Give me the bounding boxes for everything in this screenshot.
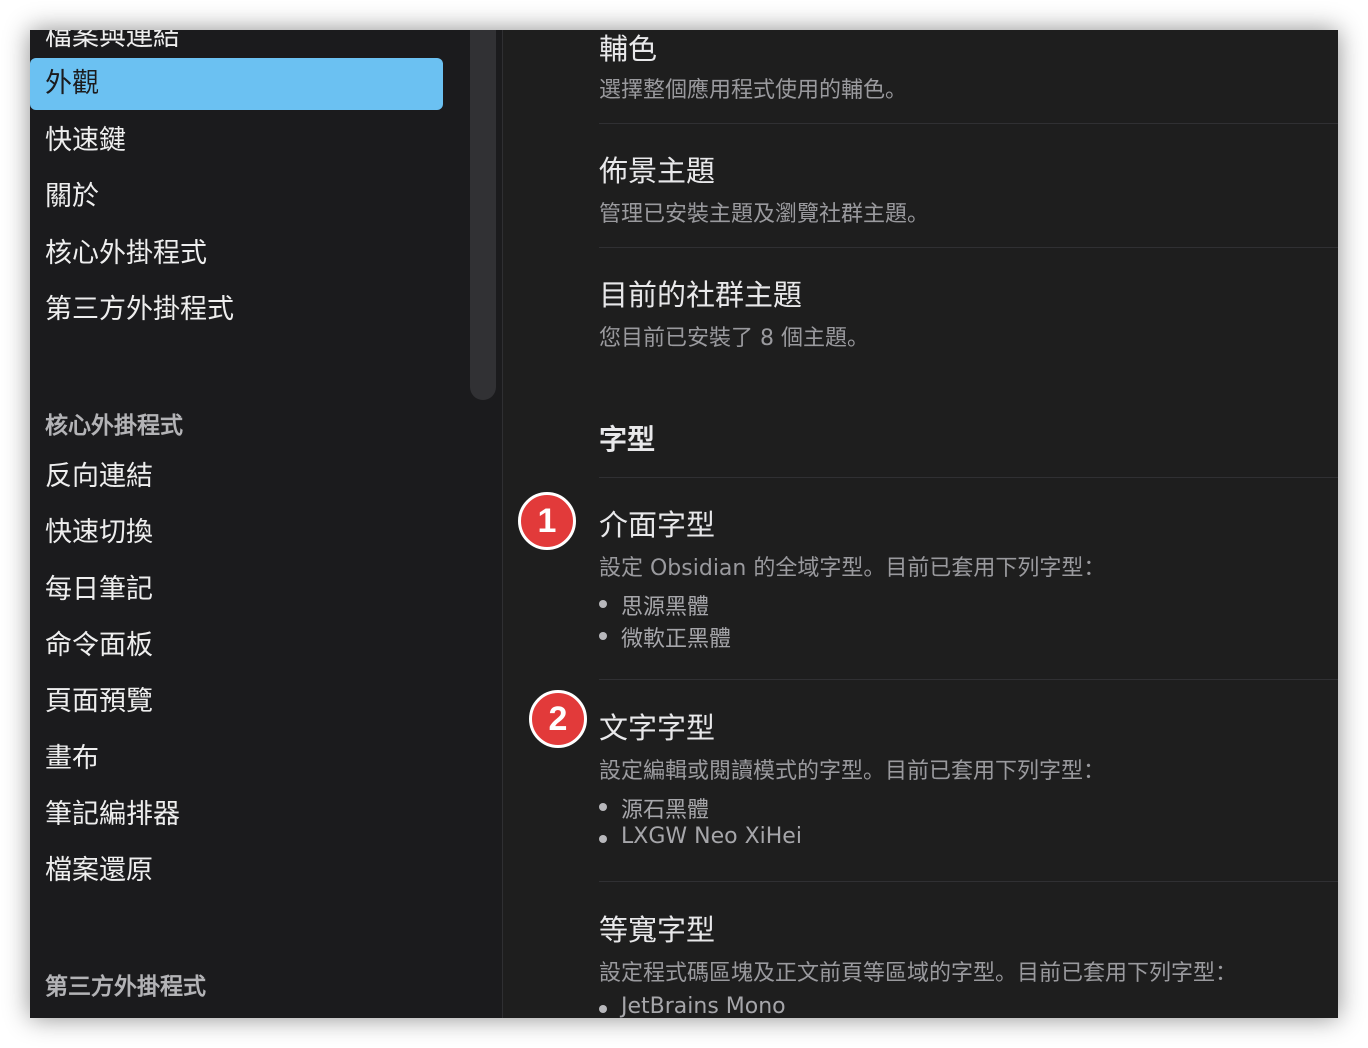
text-font-desc: 設定編輯或閱讀模式的字型。目前已套用下列字型： bbox=[599, 759, 1106, 784]
divider bbox=[599, 477, 1338, 478]
core-plugins-heading: 核心外掛程式 bbox=[45, 413, 183, 439]
sidebar-item-file-recovery[interactable]: 檔案還原 bbox=[30, 845, 443, 897]
font-list-item: 思源黑體 bbox=[598, 589, 709, 621]
monospace-font-name: 等寬字型 bbox=[599, 913, 716, 947]
sidebar-item-label: 檔案還原 bbox=[45, 855, 153, 886]
sidebar-item-quick-switcher[interactable]: 快速切換 bbox=[30, 507, 443, 559]
interface-font-desc: 設定 Obsidian 的全域字型。目前已套用下列字型： bbox=[599, 556, 1106, 581]
sidebar-item-label: 筆記編排器 bbox=[45, 799, 180, 830]
sidebar-item-label: 反向連結 bbox=[45, 461, 153, 492]
sidebar-item-backlinks[interactable]: 反向連結 bbox=[30, 451, 443, 503]
callout-marker-2: 2 bbox=[529, 690, 587, 748]
divider bbox=[599, 881, 1338, 882]
divider bbox=[599, 679, 1338, 680]
accent-color-desc: 選擇整個應用程式使用的輔色。 bbox=[599, 78, 908, 103]
sidebar-item-about[interactable]: 關於 bbox=[30, 171, 443, 223]
settings-window: 檔案與連結 外觀 快速鍵 關於 核心外掛程式 第三方外掛程式 核心外掛程式 反向… bbox=[30, 30, 1338, 1018]
sidebar-item-canvas[interactable]: 畫布 bbox=[30, 733, 443, 785]
sidebar-item-daily-notes[interactable]: 每日筆記 bbox=[30, 564, 443, 616]
sidebar-scrollbar[interactable] bbox=[470, 30, 496, 400]
sidebar-item-label: 頁面預覽 bbox=[45, 686, 153, 717]
sidebar-item-appearance[interactable]: 外觀 bbox=[30, 58, 443, 110]
sidebar-item-page-preview[interactable]: 頁面預覽 bbox=[30, 676, 443, 728]
sidebar-item-note-composer[interactable]: 筆記編排器 bbox=[30, 789, 443, 841]
sidebar-item-command-palette[interactable]: 命令面板 bbox=[30, 620, 443, 672]
text-font-name: 文字字型 bbox=[599, 711, 716, 745]
font-list-item: JetBrains Mono bbox=[599, 994, 786, 1018]
settings-content: 輔色 選擇整個應用程式使用的輔色。 佈景主題 管理已安裝主題及瀏覽社群主題。 目… bbox=[503, 30, 1338, 1018]
themes-desc: 管理已安裝主題及瀏覽社群主題。 bbox=[599, 202, 930, 227]
sidebar-item-label: 檔案與連結 bbox=[45, 30, 180, 52]
accent-color-name: 輔色 bbox=[599, 32, 658, 66]
font-list-item: 源石黑體 bbox=[598, 792, 709, 824]
settings-sidebar: 檔案與連結 外觀 快速鍵 關於 核心外掛程式 第三方外掛程式 核心外掛程式 反向… bbox=[30, 30, 502, 1018]
callout-marker-1: 1 bbox=[518, 492, 576, 550]
monospace-font-desc: 設定程式碼區塊及正文前頁等區域的字型。目前已套用下列字型： bbox=[599, 961, 1238, 986]
interface-font-name: 介面字型 bbox=[599, 508, 716, 542]
sidebar-item-community-plugins[interactable]: 第三方外掛程式 bbox=[30, 284, 443, 336]
community-plugins-heading: 第三方外掛程式 bbox=[45, 974, 206, 1000]
sidebar-item-core-plugins[interactable]: 核心外掛程式 bbox=[30, 228, 443, 280]
font-list-item: 微軟正黑體 bbox=[598, 621, 731, 653]
themes-name: 佈景主題 bbox=[599, 154, 716, 188]
sidebar-item-hotkeys[interactable]: 快速鍵 bbox=[30, 115, 443, 167]
sidebar-item-label: 第三方外掛程式 bbox=[45, 294, 234, 325]
divider bbox=[599, 247, 1338, 248]
current-theme-desc: 您目前已安裝了 8 個主題。 bbox=[599, 326, 869, 351]
sidebar-item-files-links[interactable]: 檔案與連結 bbox=[30, 30, 443, 60]
divider bbox=[599, 123, 1338, 124]
sidebar-item-label: 畫布 bbox=[45, 743, 99, 774]
sidebar-item-label: 快速鍵 bbox=[45, 125, 126, 156]
sidebar-item-label: 外觀 bbox=[45, 68, 99, 99]
sidebar-item-label: 每日筆記 bbox=[45, 574, 153, 605]
sidebar-item-label: 命令面板 bbox=[45, 630, 153, 661]
sidebar-item-label: 關於 bbox=[45, 181, 99, 212]
current-theme-name: 目前的社群主題 bbox=[599, 278, 803, 312]
font-section-heading: 字型 bbox=[599, 423, 656, 456]
sidebar-item-label: 核心外掛程式 bbox=[45, 238, 207, 269]
font-list-item: LXGW Neo XiHei bbox=[599, 824, 802, 849]
sidebar-item-label: 快速切換 bbox=[45, 517, 153, 548]
